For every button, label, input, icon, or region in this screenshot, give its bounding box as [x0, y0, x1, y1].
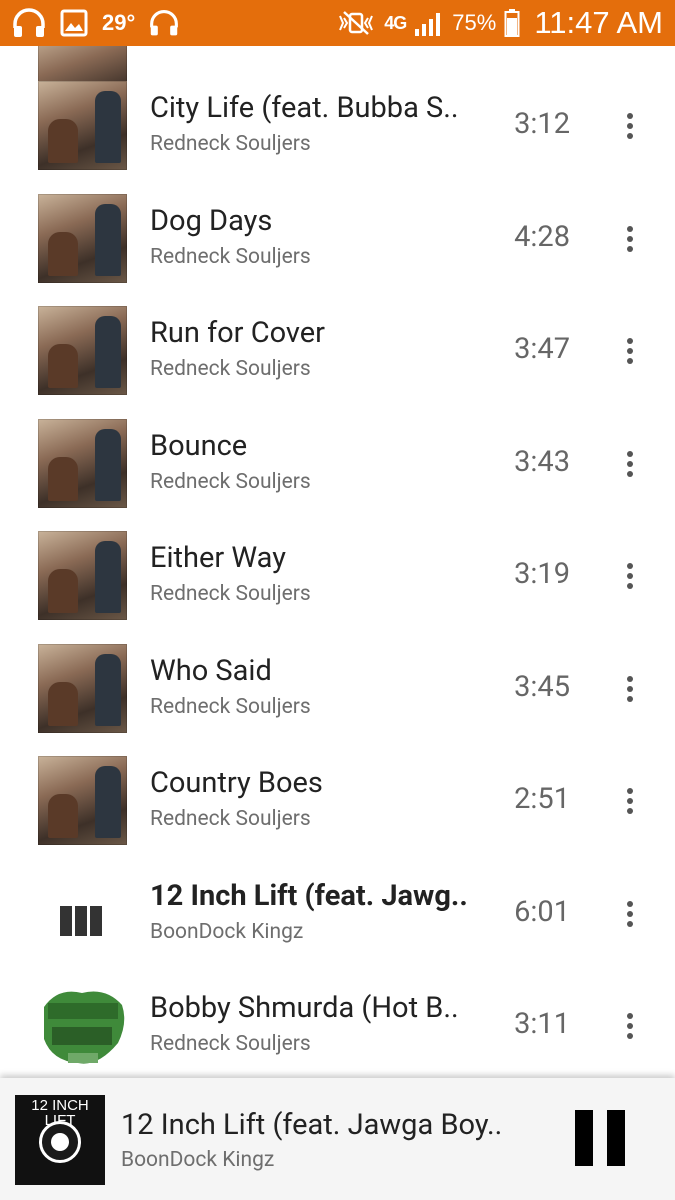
redneck-souljers-album-art[interactable] — [38, 756, 127, 845]
track-row[interactable]: Either Way Redneck Souljers 3:19 — [0, 529, 675, 641]
more-options-icon[interactable] — [610, 331, 650, 371]
track-duration: 3:43 — [514, 444, 570, 479]
track-title: City Life (feat. Bubba S.. — [150, 91, 459, 125]
redneck-souljers-album-art[interactable] — [38, 531, 127, 620]
headphones-icon — [150, 9, 179, 36]
temperature-label: 29° — [102, 10, 136, 35]
album-art-figure — [48, 794, 78, 838]
track-title: Run for Cover — [150, 316, 325, 350]
album-art-figure — [95, 203, 121, 276]
now-playing-title[interactable]: 12 Inch Lift (feat. Jawga Boy.. — [121, 1108, 531, 1142]
track-row[interactable]: 12 Inch Lift (feat. Jawg.. BoonDock Kingz… — [0, 867, 675, 979]
redneck-souljers-album-art[interactable] — [38, 81, 127, 170]
track-row[interactable]: Run for Cover Redneck Souljers 3:47 — [0, 304, 675, 416]
signal-icon — [415, 13, 441, 36]
track-title: Dog Days — [150, 203, 273, 238]
more-options-icon[interactable] — [610, 444, 650, 484]
more-options-icon[interactable] — [610, 106, 650, 146]
album-art-figure — [95, 541, 121, 613]
more-options-icon[interactable] — [610, 894, 650, 934]
track-duration: 3:12 — [514, 107, 570, 141]
track-row[interactable]: Dog Days Redneck Souljers 4:28 — [0, 192, 675, 304]
track-artist: Redneck Souljers — [150, 469, 311, 494]
headphones-icon — [13, 8, 45, 37]
album-art-figure — [95, 316, 121, 388]
track-row[interactable]: Country Boes Redneck Souljers 2:51 — [0, 754, 675, 866]
clover-icon — [51, 1133, 69, 1151]
album-art-figure — [48, 119, 78, 163]
redneck-souljers-album-art[interactable] — [38, 193, 127, 283]
tiller-gang-album-art[interactable] — [38, 983, 127, 1072]
album-art-figure — [48, 456, 78, 501]
track-duration: 6:01 — [514, 894, 570, 929]
track-title: Either Way — [150, 541, 286, 575]
track-title: Bounce — [150, 428, 248, 463]
battery-icon — [504, 9, 520, 37]
track-row[interactable]: Bounce Redneck Souljers 3:43 — [0, 417, 675, 529]
album-art-figure — [48, 344, 78, 388]
album-art-figure — [95, 91, 121, 163]
redneck-souljers-album-art[interactable] — [38, 306, 127, 395]
track-artist: Redneck Souljers — [150, 132, 311, 156]
track-list[interactable]: City Life (feat. Bubba S.. Redneck Soulje… — [0, 46, 675, 1078]
now-playing-bar[interactable]: 12 INCH LIFT 12 Inch Lift (feat. Jawga B… — [0, 1078, 675, 1200]
album-art-figure — [48, 569, 78, 613]
status-bar: 29° 4G 75% 11:47 AM — [0, 0, 675, 46]
pause-icon-bar — [607, 1110, 625, 1166]
track-title: Who Said — [150, 653, 272, 688]
album-art-figure — [95, 428, 121, 501]
track-title: Bobby Shmurda (Hot B.. — [150, 991, 459, 1025]
redneck-souljers-album-art[interactable] — [38, 418, 127, 508]
pause-icon — [575, 1110, 593, 1166]
album-art-figure — [48, 681, 78, 726]
mute-vibrate-icon — [339, 11, 374, 35]
more-options-icon[interactable] — [610, 781, 650, 821]
track-artist: BoonDock Kingz — [150, 919, 304, 944]
album-art-figure — [48, 231, 78, 276]
now-playing-equalizer-icon — [60, 905, 104, 936]
track-row[interactable]: Bobby Shmurda (Hot B.. Redneck Souljers 3:… — [0, 979, 675, 1078]
battery-percentage: 75% — [452, 10, 497, 35]
album-art-figure — [95, 766, 121, 838]
track-row[interactable]: City Life (feat. Bubba S.. Redneck Soulje… — [0, 79, 675, 191]
more-options-icon[interactable] — [610, 1006, 650, 1046]
track-duration: 4:28 — [514, 219, 570, 254]
album-art-figure — [95, 653, 121, 726]
more-options-icon[interactable] — [610, 219, 650, 259]
status-bar-left: 29° — [12, 0, 179, 46]
more-options-icon[interactable] — [610, 669, 650, 709]
now-playing-artist[interactable]: BoonDock Kingz — [121, 1148, 531, 1172]
track-title: 12 Inch Lift (feat. Jawg.. — [150, 878, 468, 913]
pause-button[interactable] — [575, 1110, 627, 1166]
now-playing-album-art[interactable]: 12 INCH LIFT — [15, 1095, 105, 1185]
track-title: Country Boes — [150, 766, 323, 800]
track-duration: 2:51 — [514, 782, 570, 816]
track-duration: 3:19 — [514, 557, 570, 591]
track-artist: Redneck Souljers — [150, 357, 311, 381]
track-artist: Redneck Souljers — [150, 1032, 311, 1056]
track-row-partial[interactable] — [0, 46, 675, 123]
track-duration: 3:11 — [514, 1007, 570, 1041]
track-artist: Redneck Souljers — [150, 694, 311, 719]
track-artist: Redneck Souljers — [150, 582, 311, 606]
network-4g-icon: 4G — [384, 12, 407, 33]
track-row[interactable]: Who Said Redneck Souljers 3:45 — [0, 642, 675, 754]
more-options-icon[interactable] — [610, 556, 650, 596]
track-duration: 3:45 — [514, 669, 570, 704]
track-artist: Redneck Souljers — [150, 244, 311, 269]
image-icon — [60, 9, 88, 37]
redneck-souljers-album-art[interactable] — [38, 643, 127, 733]
clock: 11:47 AM — [534, 5, 663, 40]
track-duration: 3:47 — [514, 332, 570, 366]
track-artist: Redneck Souljers — [150, 807, 311, 831]
status-bar-right: 4G 75% 11:47 AM — [336, 0, 663, 46]
